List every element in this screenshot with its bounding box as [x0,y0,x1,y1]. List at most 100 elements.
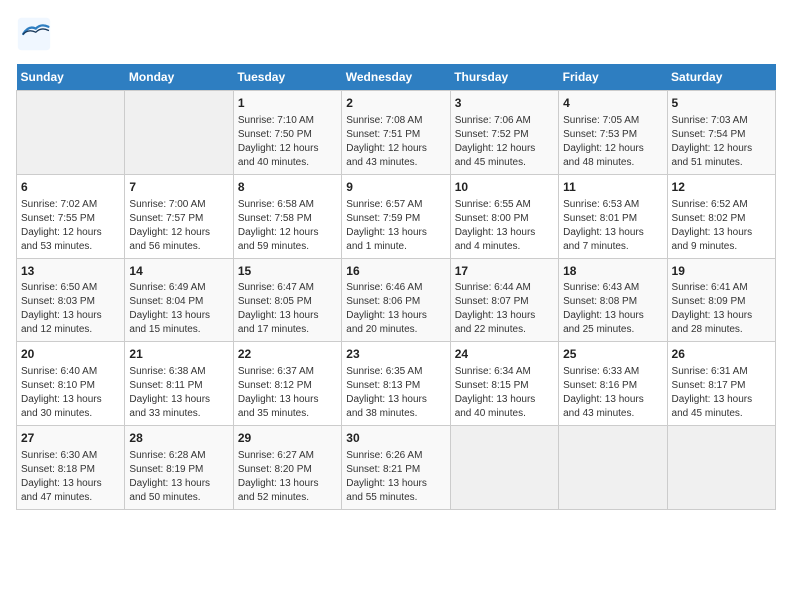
calendar-cell: 25 Sunrise: 6:33 AM Sunset: 8:16 PM Dayli… [559,342,667,426]
cell-content: Sunrise: 6:49 AM Sunset: 8:04 PM Dayligh… [129,281,228,337]
day-header-sunday: Sunday [17,64,125,91]
day-number: 27 [21,430,120,447]
cell-content: Sunrise: 6:43 AM Sunset: 8:08 PM Dayligh… [563,281,662,337]
cell-content: Sunrise: 6:26 AM Sunset: 8:21 PM Dayligh… [346,449,445,505]
calendar-cell [667,426,775,510]
cell-content: Sunrise: 6:58 AM Sunset: 7:58 PM Dayligh… [238,198,337,254]
calendar-cell: 13Sunrise: 6:50 AM Sunset: 8:03 PM Dayli… [17,258,125,342]
page-header [16,16,776,52]
calendar-cell: 30 Sunrise: 6:26 AM Sunset: 8:21 PM Dayli… [342,426,450,510]
day-number: 25 [563,346,662,363]
day-number: 22 [238,346,337,363]
logo-icon [16,16,52,52]
calendar-cell: 19Sunrise: 6:41 AM Sunset: 8:09 PM Dayli… [667,258,775,342]
calendar-cell: 17Sunrise: 6:44 AM Sunset: 8:07 PM Dayli… [450,258,558,342]
calendar-cell: 18Sunrise: 6:43 AM Sunset: 8:08 PM Dayli… [559,258,667,342]
calendar-cell: 1 Sunrise: 7:10 AM Sunset: 7:50 PM Daylig… [233,91,341,175]
day-number: 5 [672,95,771,112]
calendar-cell: 21 Sunrise: 6:38 AM Sunset: 8:11 PM Dayli… [125,342,233,426]
day-number: 29 [238,430,337,447]
cell-content: Sunrise: 7:00 AM Sunset: 7:57 PM Dayligh… [129,198,228,254]
day-number: 18 [563,263,662,280]
day-header-thursday: Thursday [450,64,558,91]
calendar-cell: 10Sunrise: 6:55 AM Sunset: 8:00 PM Dayli… [450,174,558,258]
cell-content: Sunrise: 6:40 AM Sunset: 8:10 PM Dayligh… [21,365,120,421]
day-number: 30 [346,430,445,447]
day-number: 21 [129,346,228,363]
calendar-cell: 16Sunrise: 6:46 AM Sunset: 8:06 PM Dayli… [342,258,450,342]
calendar-cell: 8 Sunrise: 6:58 AM Sunset: 7:58 PM Daylig… [233,174,341,258]
day-number: 19 [672,263,771,280]
day-number: 24 [455,346,554,363]
day-number: 11 [563,179,662,196]
calendar-cell: 14Sunrise: 6:49 AM Sunset: 8:04 PM Dayli… [125,258,233,342]
calendar-cell: 7 Sunrise: 7:00 AM Sunset: 7:57 PM Daylig… [125,174,233,258]
day-number: 6 [21,179,120,196]
calendar-cell [450,426,558,510]
calendar-week-3: 13Sunrise: 6:50 AM Sunset: 8:03 PM Dayli… [17,258,776,342]
calendar-cell: 4 Sunrise: 7:05 AM Sunset: 7:53 PM Daylig… [559,91,667,175]
calendar-cell: 28 Sunrise: 6:28 AM Sunset: 8:19 PM Dayli… [125,426,233,510]
calendar-cell: 3 Sunrise: 7:06 AM Sunset: 7:52 PM Daylig… [450,91,558,175]
day-header-monday: Monday [125,64,233,91]
logo [16,16,56,52]
calendar-cell: 9 Sunrise: 6:57 AM Sunset: 7:59 PM Daylig… [342,174,450,258]
calendar-week-4: 20 Sunrise: 6:40 AM Sunset: 8:10 PM Dayli… [17,342,776,426]
calendar-week-2: 6 Sunrise: 7:02 AM Sunset: 7:55 PM Daylig… [17,174,776,258]
calendar-table: SundayMondayTuesdayWednesdayThursdayFrid… [16,64,776,510]
calendar-cell: 26 Sunrise: 6:31 AM Sunset: 8:17 PM Dayli… [667,342,775,426]
day-number: 4 [563,95,662,112]
cell-content: Sunrise: 7:06 AM Sunset: 7:52 PM Dayligh… [455,114,554,170]
cell-content: Sunrise: 6:50 AM Sunset: 8:03 PM Dayligh… [21,281,120,337]
cell-content: Sunrise: 6:38 AM Sunset: 8:11 PM Dayligh… [129,365,228,421]
calendar-cell: 12 Sunrise: 6:52 AM Sunset: 8:02 PM Dayli… [667,174,775,258]
day-number: 1 [238,95,337,112]
cell-content: Sunrise: 7:10 AM Sunset: 7:50 PM Dayligh… [238,114,337,170]
cell-content: Sunrise: 6:44 AM Sunset: 8:07 PM Dayligh… [455,281,554,337]
day-number: 3 [455,95,554,112]
day-number: 15 [238,263,337,280]
cell-content: Sunrise: 6:27 AM Sunset: 8:20 PM Dayligh… [238,449,337,505]
day-number: 8 [238,179,337,196]
cell-content: Sunrise: 6:53 AM Sunset: 8:01 PM Dayligh… [563,198,662,254]
calendar-cell: 5 Sunrise: 7:03 AM Sunset: 7:54 PM Daylig… [667,91,775,175]
cell-content: Sunrise: 6:31 AM Sunset: 8:17 PM Dayligh… [672,365,771,421]
calendar-cell: 15Sunrise: 6:47 AM Sunset: 8:05 PM Dayli… [233,258,341,342]
calendar-cell [17,91,125,175]
calendar-cell: 24 Sunrise: 6:34 AM Sunset: 8:15 PM Dayli… [450,342,558,426]
calendar-cell: 23 Sunrise: 6:35 AM Sunset: 8:13 PM Dayli… [342,342,450,426]
calendar-week-1: 1 Sunrise: 7:10 AM Sunset: 7:50 PM Daylig… [17,91,776,175]
cell-content: Sunrise: 7:02 AM Sunset: 7:55 PM Dayligh… [21,198,120,254]
day-number: 17 [455,263,554,280]
day-header-friday: Friday [559,64,667,91]
calendar-cell: 27Sunrise: 6:30 AM Sunset: 8:18 PM Dayli… [17,426,125,510]
day-number: 26 [672,346,771,363]
day-number: 20 [21,346,120,363]
cell-content: Sunrise: 6:52 AM Sunset: 8:02 PM Dayligh… [672,198,771,254]
cell-content: Sunrise: 6:41 AM Sunset: 8:09 PM Dayligh… [672,281,771,337]
calendar-header-row: SundayMondayTuesdayWednesdayThursdayFrid… [17,64,776,91]
cell-content: Sunrise: 6:35 AM Sunset: 8:13 PM Dayligh… [346,365,445,421]
cell-content: Sunrise: 7:08 AM Sunset: 7:51 PM Dayligh… [346,114,445,170]
day-header-saturday: Saturday [667,64,775,91]
day-number: 16 [346,263,445,280]
day-number: 13 [21,263,120,280]
cell-content: Sunrise: 7:03 AM Sunset: 7:54 PM Dayligh… [672,114,771,170]
day-number: 9 [346,179,445,196]
day-header-tuesday: Tuesday [233,64,341,91]
day-number: 12 [672,179,771,196]
calendar-cell [125,91,233,175]
cell-content: Sunrise: 6:47 AM Sunset: 8:05 PM Dayligh… [238,281,337,337]
day-number: 14 [129,263,228,280]
calendar-cell: 2Sunrise: 7:08 AM Sunset: 7:51 PM Daylig… [342,91,450,175]
cell-content: Sunrise: 6:33 AM Sunset: 8:16 PM Dayligh… [563,365,662,421]
day-number: 7 [129,179,228,196]
cell-content: Sunrise: 6:46 AM Sunset: 8:06 PM Dayligh… [346,281,445,337]
calendar-cell: 6 Sunrise: 7:02 AM Sunset: 7:55 PM Daylig… [17,174,125,258]
cell-content: Sunrise: 7:05 AM Sunset: 7:53 PM Dayligh… [563,114,662,170]
cell-content: Sunrise: 6:28 AM Sunset: 8:19 PM Dayligh… [129,449,228,505]
day-number: 23 [346,346,445,363]
day-number: 28 [129,430,228,447]
cell-content: Sunrise: 6:34 AM Sunset: 8:15 PM Dayligh… [455,365,554,421]
cell-content: Sunrise: 6:57 AM Sunset: 7:59 PM Dayligh… [346,198,445,254]
